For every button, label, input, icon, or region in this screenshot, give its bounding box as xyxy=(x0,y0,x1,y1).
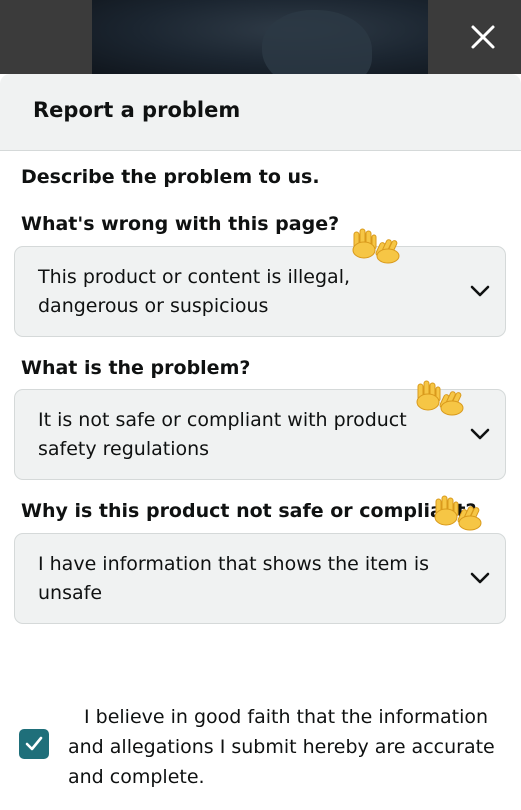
consent-text: I believe in good faith that the informa… xyxy=(68,706,495,788)
close-icon xyxy=(471,25,495,49)
sheet-header: Report a problem xyxy=(0,74,521,151)
dropdown-value: It is not safe or compliant with product… xyxy=(38,409,407,460)
chevron-down-icon xyxy=(470,285,490,297)
waving-hands-emoji-icon xyxy=(434,495,482,531)
chevron-down-icon xyxy=(470,572,490,584)
product-photo-shape xyxy=(262,10,372,74)
question-label-why-not-safe: Why is this product not safe or complian… xyxy=(21,500,477,522)
chevron-down-icon xyxy=(470,428,490,440)
product-image-backdrop xyxy=(0,0,521,74)
dropdown-value: This product or content is illegal, dang… xyxy=(38,266,351,317)
dropdown-whats-wrong[interactable]: This product or content is illegal, dang… xyxy=(14,246,506,337)
waving-hands-emoji-icon xyxy=(416,380,464,416)
page-title: Report a problem xyxy=(33,98,241,122)
dropdown-why-not-safe[interactable]: I have information that shows the item i… xyxy=(14,533,506,624)
intro-text: Describe the problem to us. xyxy=(21,166,320,188)
waving-hands-emoji-icon xyxy=(352,228,400,264)
checkmark-icon xyxy=(25,736,43,751)
consent-checkbox[interactable] xyxy=(19,729,49,759)
close-button[interactable] xyxy=(466,20,500,54)
question-label-problem: What is the problem? xyxy=(21,357,251,379)
product-photo xyxy=(92,0,428,74)
dropdown-value: I have information that shows the item i… xyxy=(38,553,430,604)
question-label-whats-wrong: What's wrong with this page? xyxy=(21,213,340,235)
